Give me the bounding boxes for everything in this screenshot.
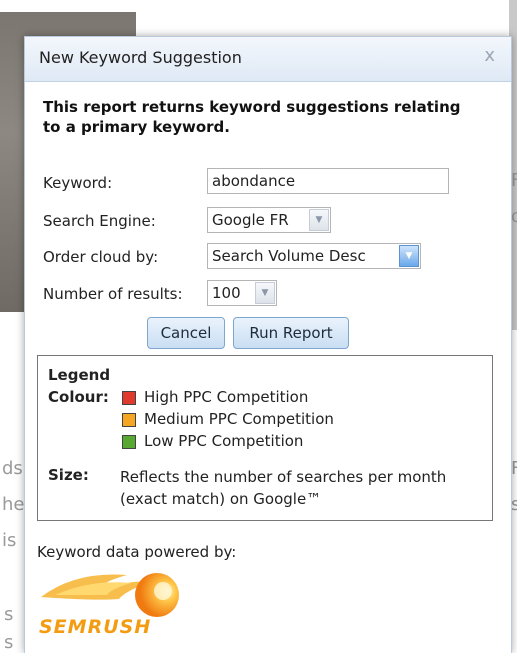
dialog-intro: This report returns keyword suggestions …: [43, 98, 461, 136]
legend-item-low: Low PPC Competition: [144, 432, 304, 450]
search-engine-select[interactable]: Google FR ▼: [207, 207, 331, 233]
order-cloud-select[interactable]: Search Volume Desc ▼: [207, 243, 421, 269]
keyword-suggestion-dialog: New Keyword Suggestion x This report ret…: [24, 36, 512, 653]
dialog-title: New Keyword Suggestion: [39, 48, 242, 67]
background-text: is: [2, 530, 17, 551]
legend-box: Legend Colour: High PPC Competition Medi…: [37, 355, 493, 521]
close-icon[interactable]: x: [484, 45, 495, 66]
run-report-button[interactable]: Run Report: [233, 317, 349, 349]
low-competition-swatch: [122, 435, 136, 449]
logo-wordmark: SEMRUSH: [39, 616, 151, 638]
legend-size-label: Size:: [48, 466, 89, 484]
legend-item-high: High PPC Competition: [144, 388, 309, 406]
results-count-select[interactable]: 100 ▼: [207, 280, 277, 306]
powered-by-text: Keyword data powered by:: [37, 543, 237, 561]
background-text: s: [4, 604, 14, 625]
cancel-button[interactable]: Cancel: [147, 317, 225, 349]
chevron-down-icon[interactable]: ▼: [255, 282, 275, 304]
legend-title: Legend: [48, 366, 111, 384]
results-count-label: Number of results:: [43, 285, 183, 303]
legend-size-text: Reflects the number of searches per mont…: [120, 468, 447, 508]
keyword-label: Keyword:: [43, 174, 113, 192]
dialog-titlebar[interactable]: New Keyword Suggestion x: [25, 37, 511, 82]
results-count-value: 100: [212, 284, 241, 302]
background-text: he: [2, 494, 25, 515]
order-cloud-value: Search Volume Desc: [212, 247, 366, 265]
search-engine-label: Search Engine:: [43, 212, 156, 230]
order-cloud-label: Order cloud by:: [43, 248, 159, 266]
semrush-logo: SEMRUSH: [39, 573, 179, 638]
background-text: s: [4, 632, 14, 653]
background-text: ds: [2, 458, 23, 479]
keyword-input[interactable]: [207, 168, 449, 194]
search-engine-value: Google FR: [212, 211, 289, 229]
medium-competition-swatch: [122, 413, 136, 427]
legend-item-medium: Medium PPC Competition: [144, 410, 334, 428]
chevron-down-icon[interactable]: ▼: [309, 209, 329, 231]
chevron-down-icon[interactable]: ▼: [399, 245, 419, 267]
legend-colour-label: Colour:: [48, 388, 109, 406]
high-competition-swatch: [122, 391, 136, 405]
